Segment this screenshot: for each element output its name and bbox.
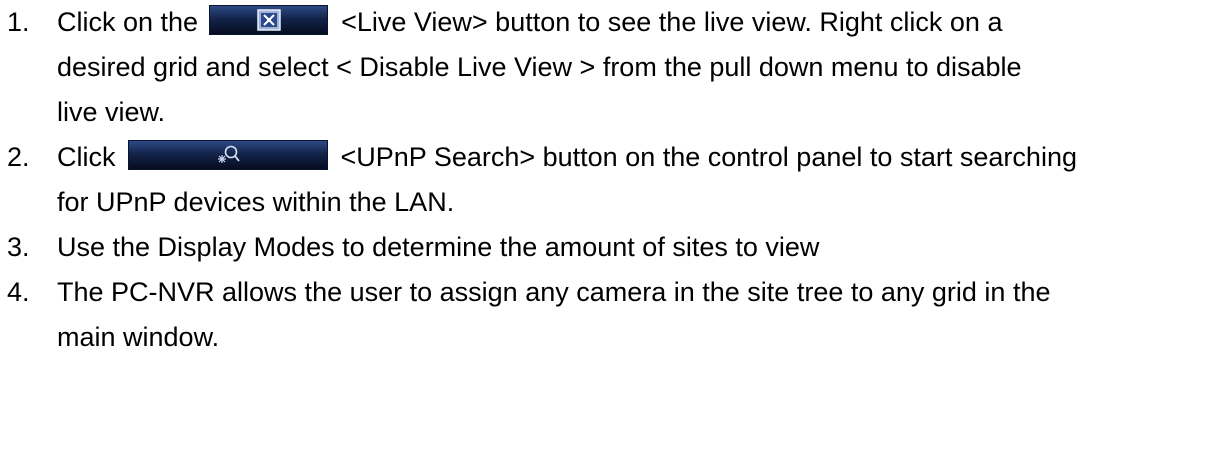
item-number: 4. [7,277,30,307]
instruction-item-3: 3. Use the Display Modes to determine th… [0,225,1231,270]
line-text: <UPnP Search> button on the control pane… [340,142,1077,172]
instruction-line: Click <UPnP Search> button on the control… [57,135,1231,180]
line-text: Click on the [57,7,199,37]
instruction-line: Use the Display Modes to determine the a… [57,232,820,262]
instruction-item-4: 4. The PC-NVR allows the user to assign … [0,270,1231,360]
line-text: <Live View> button to see the live view.… [341,7,1003,37]
instruction-item-1: 1. Click on the <Live View> button to see… [0,0,1231,135]
instruction-list: 1. Click on the <Live View> button to see… [0,0,1231,360]
instruction-line: Click on the <Live View> button to see th… [57,0,1231,45]
live-view-button[interactable] [209,5,329,35]
item-number: 1. [7,7,30,37]
instruction-line: for UPnP devices within the LAN. [57,187,455,217]
line-text: Click [57,142,116,172]
instruction-line: desired grid and select < Disable Live V… [57,52,1022,82]
instruction-line: main window. [57,322,220,352]
item-number: 3. [7,232,30,262]
instruction-line: The PC-NVR allows the user to assign any… [57,277,1051,307]
upnp-search-button[interactable] [127,140,328,170]
upnp-search-icon [217,145,240,163]
instruction-item-2: 2. Click <UPnP Search> button on the cont… [0,135,1231,225]
live-view-icon [256,9,281,31]
instruction-line: live view. [57,97,166,127]
item-number: 2. [7,142,30,172]
